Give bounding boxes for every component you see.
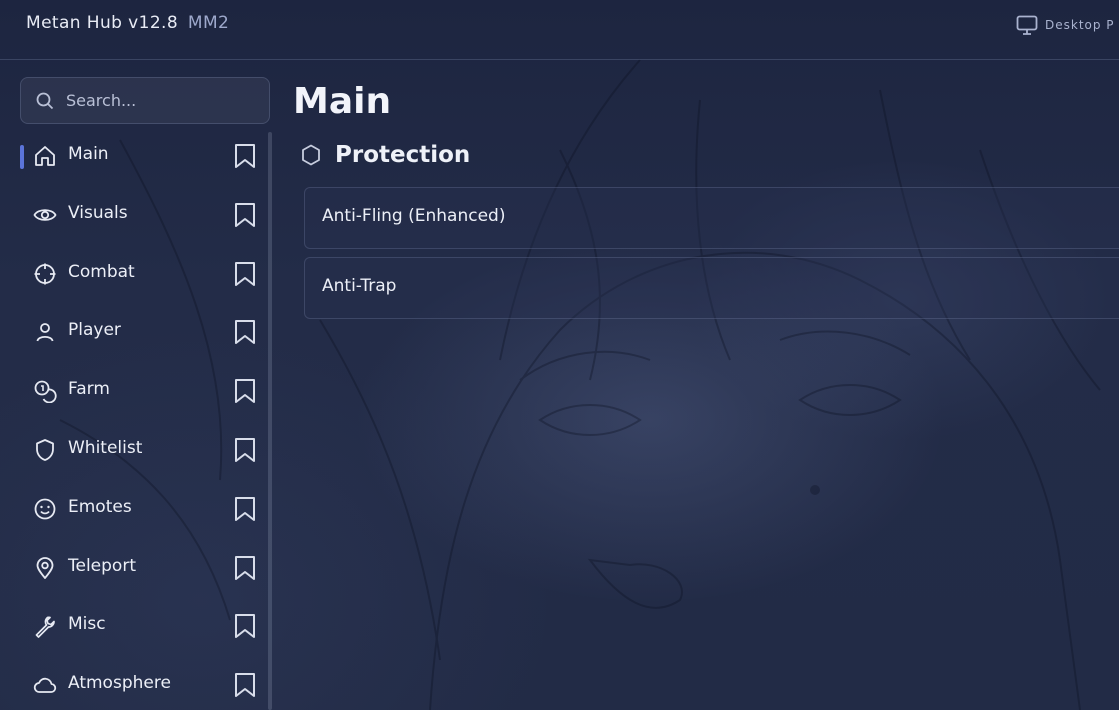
sidebar-item-teleport[interactable]: Teleport: [0, 539, 268, 598]
sidebar-item-farm[interactable]: Farm: [0, 362, 268, 421]
monitor-icon: [1016, 15, 1038, 35]
sidebar-item-label: Emotes: [68, 496, 132, 517]
section-title: Protection: [335, 142, 471, 168]
smile-icon: [34, 498, 56, 520]
hexagon-icon: [302, 144, 320, 166]
search-box[interactable]: [20, 77, 270, 124]
bookmark-icon[interactable]: [233, 378, 257, 404]
map-pin-icon: [36, 556, 54, 579]
sidebar-item-label: Misc: [68, 614, 106, 635]
sidebar-item-atmosphere[interactable]: Atmosphere: [0, 656, 268, 710]
bookmark-icon[interactable]: [233, 319, 257, 345]
bookmark-icon[interactable]: [233, 202, 257, 228]
search-input[interactable]: [64, 90, 258, 111]
sidebar-item-whitelist[interactable]: Whitelist: [0, 421, 268, 480]
crosshair-icon: [34, 263, 56, 285]
title-bar: Metan Hub v12.8 MM2 Desktop P: [0, 0, 1119, 60]
sidebar-item-misc[interactable]: Misc: [0, 597, 268, 656]
app-name: Metan Hub v12.8: [26, 13, 179, 33]
sidebar-scrollbar[interactable]: [268, 132, 272, 710]
coins-icon: [34, 380, 57, 404]
active-indicator: [20, 145, 24, 169]
wrench-icon: [35, 616, 55, 639]
sidebar-item-label: Whitelist: [68, 437, 143, 458]
app-subtitle: MM2: [187, 13, 230, 33]
search-icon: [36, 92, 54, 109]
sidebar-nav: Main Visuals Combat Player Farm Whitelis…: [0, 127, 268, 710]
option-label: Anti-Fling (Enhanced): [322, 206, 506, 226]
sidebar-item-label: Visuals: [68, 202, 128, 223]
bookmark-icon[interactable]: [233, 143, 257, 169]
option-row-anti-fling[interactable]: Anti-Fling (Enhanced): [304, 187, 1119, 249]
bookmark-icon[interactable]: [233, 613, 257, 639]
home-icon: [35, 146, 55, 166]
bookmark-icon[interactable]: [233, 555, 257, 581]
bookmark-icon[interactable]: [233, 672, 257, 698]
sidebar-item-emotes[interactable]: Emotes: [0, 480, 268, 539]
device-toggle[interactable]: Desktop P: [1016, 15, 1115, 35]
sidebar-item-label: Farm: [68, 379, 110, 400]
section-header: Protection: [301, 142, 470, 168]
sidebar-item-label: Main: [68, 144, 109, 164]
device-label: Desktop P: [1045, 18, 1115, 32]
sidebar-item-combat[interactable]: Combat: [0, 245, 268, 304]
sidebar-item-label: Atmosphere: [68, 673, 171, 694]
app-window: Metan Hub v12.8 MM2 Desktop P Main: [0, 0, 1119, 710]
user-icon: [36, 323, 54, 342]
bookmark-icon[interactable]: [233, 261, 257, 287]
cloud-icon: [33, 678, 57, 694]
bookmark-icon[interactable]: [233, 496, 257, 522]
shield-icon: [36, 439, 54, 461]
app-title: Metan Hub v12.8 MM2: [26, 13, 229, 33]
sidebar-item-player[interactable]: Player: [0, 303, 268, 362]
sidebar-item-visuals[interactable]: Visuals: [0, 186, 268, 245]
page-title: Main: [293, 81, 392, 122]
sidebar-item-label: Player: [68, 320, 121, 341]
option-label: Anti-Trap: [322, 276, 397, 296]
sidebar-item-main[interactable]: Main: [0, 127, 268, 186]
sidebar-item-label: Combat: [68, 261, 135, 282]
option-row-anti-trap[interactable]: Anti-Trap: [304, 257, 1119, 319]
sidebar-item-label: Teleport: [68, 555, 136, 576]
bookmark-icon[interactable]: [233, 437, 257, 463]
eye-icon: [33, 209, 57, 221]
